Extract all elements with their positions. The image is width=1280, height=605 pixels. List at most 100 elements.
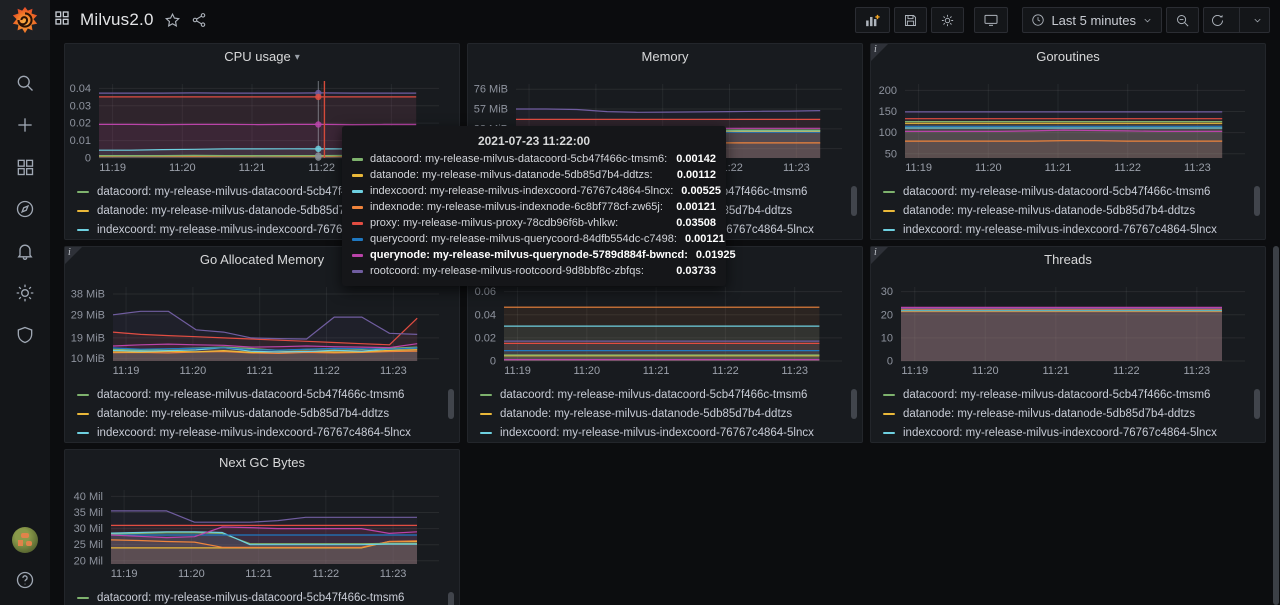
apps-grid-icon[interactable] bbox=[54, 10, 70, 31]
legend-item-datanode[interactable]: datanode: my-release-milvus-datanode-5db… bbox=[77, 404, 445, 423]
svg-text:0.02: 0.02 bbox=[70, 118, 91, 130]
help-icon[interactable] bbox=[14, 569, 36, 591]
svg-text:10: 10 bbox=[881, 332, 893, 344]
panel-info-corner-icon[interactable]: i bbox=[871, 247, 888, 264]
save-dashboard-button[interactable] bbox=[894, 7, 927, 33]
svg-text:30: 30 bbox=[881, 286, 893, 298]
legend-item-indexcoord[interactable]: indexcoord: my-release-milvus-indexcoord… bbox=[480, 423, 848, 440]
panel-threads: iThreads010203011:1911:2011:2111:2211:23… bbox=[870, 246, 1266, 443]
legend-series-dash bbox=[77, 210, 89, 212]
legend-scrollbar[interactable] bbox=[851, 186, 857, 216]
svg-text:25 Mil: 25 Mil bbox=[74, 539, 103, 551]
tooltip-series-label: proxy: my-release-milvus-proxy-78cdb96f6… bbox=[370, 217, 668, 229]
cycle-view-mode-button[interactable] bbox=[974, 7, 1008, 33]
legend-item-datacoord[interactable]: datacoord: my-release-milvus-datacoord-5… bbox=[77, 385, 445, 404]
legend-series-label: datanode: my-release-milvus-datanode-5db… bbox=[903, 408, 1195, 420]
svg-text:29 MiB: 29 MiB bbox=[71, 309, 105, 321]
tooltip-series-value: 0.00142 bbox=[676, 153, 716, 165]
legend-item-indexcoord[interactable]: indexcoord: my-release-milvus-indexcoord… bbox=[77, 423, 445, 440]
refresh-interval-chevron-icon bbox=[1252, 15, 1263, 26]
svg-text:11:22: 11:22 bbox=[313, 365, 340, 377]
panel-title-text: Next GC Bytes bbox=[219, 455, 305, 470]
add-panel-button[interactable] bbox=[855, 7, 890, 33]
legend-series-label: datanode: my-release-milvus-datanode-5db… bbox=[903, 205, 1195, 217]
refresh-button-group[interactable] bbox=[1203, 7, 1270, 33]
clock-icon bbox=[1031, 13, 1045, 27]
star-icon[interactable] bbox=[164, 12, 181, 29]
tooltip-series-label: querycoord: my-release-milvus-querycoord… bbox=[370, 233, 677, 245]
info-i-glyph: i bbox=[68, 247, 71, 258]
search-icon[interactable] bbox=[14, 72, 36, 94]
dashboard-settings-button[interactable] bbox=[931, 7, 964, 33]
legend-scrollbar[interactable] bbox=[448, 389, 454, 419]
panel-legend: datacoord: my-release-milvus-datacoord-5… bbox=[883, 182, 1251, 237]
time-range-picker[interactable]: Last 5 minutes bbox=[1022, 7, 1162, 33]
legend-item-datanode[interactable]: datanode: my-release-milvus-datanode-5db… bbox=[480, 404, 848, 423]
alerting-bell-icon[interactable] bbox=[14, 240, 36, 262]
legend-scrollbar[interactable] bbox=[1254, 186, 1260, 216]
tooltip-series-value: 0.03508 bbox=[676, 217, 716, 229]
svg-text:76 MiB: 76 MiB bbox=[474, 84, 508, 96]
panel-title-text: CPU usage bbox=[224, 49, 290, 64]
time-range-label: Last 5 minutes bbox=[1051, 13, 1136, 28]
legend-item-datanode[interactable]: datanode: my-release-milvus-datanode-5db… bbox=[883, 201, 1251, 220]
grafana-logo[interactable] bbox=[0, 0, 50, 40]
dashboard-title[interactable]: Milvus2.0 bbox=[80, 10, 154, 30]
legend-item-indexcoord[interactable]: indexcoord: my-release-milvus-indexcoord… bbox=[883, 220, 1251, 237]
dashboards-icon[interactable] bbox=[14, 156, 36, 178]
panel-title[interactable]: CPU usage▾ bbox=[65, 49, 459, 64]
tooltip-row-querycoord: querycoord: my-release-milvus-querycoord… bbox=[352, 231, 716, 247]
zoom-out-time-button[interactable] bbox=[1166, 7, 1199, 33]
svg-text:11:21: 11:21 bbox=[245, 568, 272, 580]
panel-info-corner-icon[interactable]: i bbox=[871, 44, 888, 61]
svg-text:11:20: 11:20 bbox=[573, 365, 600, 377]
legend-series-label: datacoord: my-release-milvus-datacoord-5… bbox=[97, 389, 404, 401]
tooltip-row-datanode: datanode: my-release-milvus-datanode-5db… bbox=[352, 167, 716, 183]
svg-text:11:23: 11:23 bbox=[380, 365, 407, 377]
tooltip-series-dash bbox=[352, 158, 363, 161]
panel-title[interactable]: Memory bbox=[468, 49, 862, 64]
svg-text:11:21: 11:21 bbox=[1045, 162, 1072, 174]
chevron-down-icon bbox=[1142, 15, 1153, 26]
legend-series-label: datacoord: my-release-milvus-datacoord-5… bbox=[903, 389, 1210, 401]
server-admin-shield-icon[interactable] bbox=[14, 324, 36, 346]
chart-plot[interactable]: 20 Mil25 Mil30 Mil35 Mil40 Mil11:1911:20… bbox=[65, 450, 461, 605]
legend-series-dash bbox=[480, 413, 492, 415]
panel-title[interactable]: Goroutines bbox=[871, 49, 1265, 64]
tooltip-series-dash bbox=[352, 206, 363, 209]
svg-text:50: 50 bbox=[885, 148, 897, 160]
svg-text:150: 150 bbox=[879, 106, 897, 118]
legend-item-datacoord[interactable]: datacoord: my-release-milvus-datacoord-5… bbox=[883, 182, 1251, 201]
legend-scrollbar[interactable] bbox=[448, 592, 454, 605]
svg-text:0.03: 0.03 bbox=[70, 100, 91, 112]
tooltip-row-indexnode: indexnode: my-release-milvus-indexnode-6… bbox=[352, 199, 716, 215]
tooltip-timestamp: 2021-07-23 11:22:00 bbox=[352, 131, 716, 151]
legend-item-datacoord[interactable]: datacoord: my-release-milvus-datacoord-5… bbox=[883, 385, 1251, 404]
create-plus-icon[interactable] bbox=[14, 114, 36, 136]
legend-series-dash bbox=[77, 394, 89, 396]
tooltip-series-label: indexcoord: my-release-milvus-indexcoord… bbox=[370, 185, 673, 197]
legend-item-datacoord[interactable]: datacoord: my-release-milvus-datacoord-5… bbox=[480, 385, 848, 404]
legend-item-indexcoord[interactable]: indexcoord: my-release-milvus-indexcoord… bbox=[883, 423, 1251, 440]
configuration-gear-icon[interactable] bbox=[14, 282, 36, 304]
legend-scrollbar[interactable] bbox=[1254, 389, 1260, 419]
legend-item-datacoord[interactable]: datacoord: my-release-milvus-datacoord-5… bbox=[77, 588, 445, 605]
page-scrollbar[interactable] bbox=[1273, 246, 1279, 605]
explore-compass-icon[interactable] bbox=[14, 198, 36, 220]
legend-series-label: datacoord: my-release-milvus-datacoord-5… bbox=[500, 389, 807, 401]
svg-text:11:22: 11:22 bbox=[1113, 365, 1140, 377]
legend-item-datanode[interactable]: datanode: my-release-milvus-datanode-5db… bbox=[883, 404, 1251, 423]
share-icon[interactable] bbox=[191, 12, 207, 28]
refresh-icon bbox=[1210, 13, 1225, 28]
panel-title-text: Goroutines bbox=[1036, 49, 1100, 64]
legend-scrollbar[interactable] bbox=[851, 389, 857, 419]
panel-title[interactable]: Threads bbox=[871, 252, 1265, 267]
svg-text:0.04: 0.04 bbox=[70, 83, 91, 95]
tooltip-row-querynode: querynode: my-release-milvus-querynode-5… bbox=[352, 247, 716, 263]
user-avatar[interactable] bbox=[12, 527, 38, 553]
legend-series-dash bbox=[77, 432, 89, 434]
tooltip-series-dash bbox=[352, 238, 363, 241]
svg-text:11:19: 11:19 bbox=[99, 162, 126, 174]
panel-title[interactable]: Next GC Bytes bbox=[65, 455, 459, 470]
panel-info-corner-icon[interactable]: i bbox=[65, 247, 82, 264]
